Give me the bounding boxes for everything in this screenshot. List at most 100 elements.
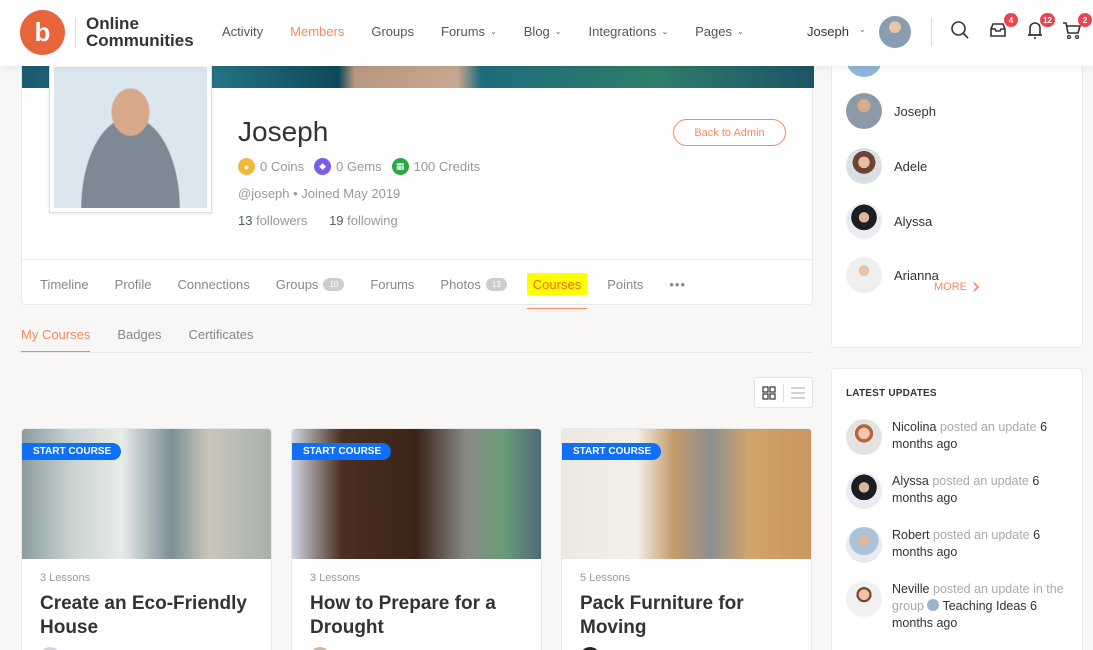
update-action: posted an update [939, 420, 1037, 434]
update-avatar[interactable] [846, 419, 882, 455]
profile-tabs: Timeline Profile Connections Groups 10 Fo… [40, 273, 712, 309]
update-author[interactable]: Robert [892, 528, 930, 542]
update-avatar[interactable] [846, 527, 882, 563]
chevron-down-icon: ⌄ [490, 27, 497, 36]
course-card[interactable]: START COURSE 5 Lessons Pack Furniture fo… [561, 428, 812, 650]
site-name-line2: Communities [86, 31, 194, 50]
nav-members[interactable]: Members [290, 24, 344, 39]
coins-value: 0 Coins [260, 159, 305, 174]
tab-count-badge: 13 [485, 277, 507, 291]
gem-icon: ◆ [314, 158, 332, 175]
profile-photo[interactable] [49, 62, 212, 213]
chevron-down-icon: ⌄ [661, 27, 669, 36]
bell-icon[interactable]: 12 [1025, 13, 1055, 42]
start-course-badge[interactable]: START COURSE [22, 443, 122, 460]
messages-inbox-icon[interactable]: 4 [988, 13, 1018, 42]
cart-icon[interactable]: 2 [1062, 13, 1092, 42]
grid-view-icon[interactable] [755, 378, 783, 407]
tab-connections[interactable]: Connections [178, 273, 250, 295]
course-title[interactable]: How to Prepare for a Drought [310, 592, 530, 640]
profile-points: ● 0 Coins ◆ 0 Gems ▦ 100 Credits [238, 158, 480, 175]
profile-handle: @joseph • Joined May 2019 [238, 186, 401, 201]
member-item[interactable]: Arianna [846, 257, 939, 293]
course-image[interactable]: START COURSE [22, 429, 271, 559]
gems-stat: ◆ 0 Gems [314, 158, 382, 175]
course-image[interactable]: START COURSE [562, 429, 811, 559]
member-item[interactable]: Alyssa [846, 203, 932, 239]
subtab-badges[interactable]: Badges [117, 327, 161, 342]
member-item[interactable]: Joseph [846, 93, 936, 129]
followers-count: 13 [238, 213, 253, 228]
course-title[interactable]: Pack Furniture for Moving [580, 592, 800, 640]
site-logo[interactable]: b [20, 10, 65, 55]
logo-divider [75, 18, 76, 48]
member-item[interactable]: Adele [846, 148, 927, 184]
search-icon[interactable] [950, 20, 972, 42]
followers-label: followers [256, 213, 308, 228]
tab-label: Timeline [40, 276, 89, 292]
start-course-badge[interactable]: START COURSE [292, 443, 392, 460]
back-to-admin-button[interactable]: Back to Admin [673, 119, 786, 146]
update-avatar[interactable] [846, 581, 882, 617]
nav-label: Members [290, 24, 345, 39]
nav-pages[interactable]: Pages ⌄ [695, 24, 744, 39]
tab-forums[interactable]: Forums [370, 273, 414, 295]
tab-timeline[interactable]: Timeline [40, 273, 89, 295]
site-name[interactable]: Online Communities [86, 15, 194, 49]
update-author[interactable]: Alyssa [892, 474, 929, 488]
nav-label: Pages [695, 24, 733, 39]
profile-photo-image [54, 67, 207, 208]
subtabs-divider [21, 352, 813, 353]
gems-value: 0 Gems [336, 159, 382, 174]
member-name: Alyssa [894, 213, 933, 229]
course-card[interactable]: START COURSE 3 Lessons Create an Eco-Fri… [21, 428, 272, 650]
update-author[interactable]: Neville [892, 582, 930, 596]
tab-groups[interactable]: Groups 10 [276, 273, 345, 295]
nav-blog[interactable]: Blog ⌄ [524, 24, 562, 39]
chevron-down-icon[interactable]: ⌄ [859, 25, 866, 34]
tab-profile[interactable]: Profile [115, 273, 152, 295]
lesson-count: 3 Lessons [310, 572, 361, 584]
coins-stat: ● 0 Coins [238, 158, 304, 175]
list-view-icon[interactable] [784, 378, 812, 407]
latest-updates-widget: LATEST UPDATES Nicolina posted an update… [831, 368, 1083, 650]
tab-label: Profile [114, 276, 152, 292]
more-members-link[interactable]: MORE [934, 281, 980, 293]
tab-label: Connections [177, 276, 250, 292]
site-name-line1: Online [86, 14, 139, 33]
followers-link[interactable]: 13 followers [238, 213, 307, 228]
tab-courses[interactable]: Courses [526, 273, 588, 309]
nav-label: Activity [222, 24, 264, 39]
course-card[interactable]: START COURSE 3 Lessons How to Prepare fo… [291, 428, 542, 650]
group-avatar-icon [927, 599, 940, 611]
update-item: Alyssa posted an update 6 months ago [846, 473, 1078, 509]
nav-groups[interactable]: Groups [371, 24, 414, 39]
update-action: posted an update [932, 474, 1029, 488]
update-text: Alyssa posted an update 6 months ago [892, 473, 1078, 509]
nav-activity[interactable]: Activity [222, 24, 263, 39]
update-group-link[interactable]: Teaching Ideas [942, 599, 1026, 613]
subtab-certificates[interactable]: Certificates [188, 327, 253, 342]
lesson-count: 5 Lessons [580, 572, 631, 584]
member-avatar [846, 148, 882, 184]
update-author[interactable]: Nicolina [892, 420, 936, 434]
user-avatar[interactable] [879, 16, 911, 48]
following-link[interactable]: 19 following [329, 213, 398, 228]
subtab-my-courses[interactable]: My Courses [21, 327, 91, 353]
nav-forums[interactable]: Forums ⌄ [441, 24, 497, 39]
update-avatar[interactable] [846, 473, 882, 509]
header-divider [931, 18, 932, 46]
tab-points[interactable]: Points [607, 273, 643, 295]
start-course-badge[interactable]: START COURSE [562, 443, 662, 460]
nav-label: Groups [371, 24, 414, 39]
credits-stat: ▦ 100 Credits [391, 158, 480, 175]
more-tabs-icon[interactable]: ••• [669, 273, 686, 295]
nav-integrations[interactable]: Integrations ⌄ [589, 24, 669, 39]
user-menu-name[interactable]: Joseph [807, 24, 849, 39]
credits-icon: ▦ [391, 158, 409, 175]
member-avatar [846, 203, 882, 239]
tab-photos[interactable]: Photos 13 [440, 273, 507, 295]
course-image[interactable]: START COURSE [292, 429, 541, 559]
member-name: Joseph [894, 103, 936, 119]
course-title[interactable]: Create an Eco-Friendly House [40, 592, 260, 640]
